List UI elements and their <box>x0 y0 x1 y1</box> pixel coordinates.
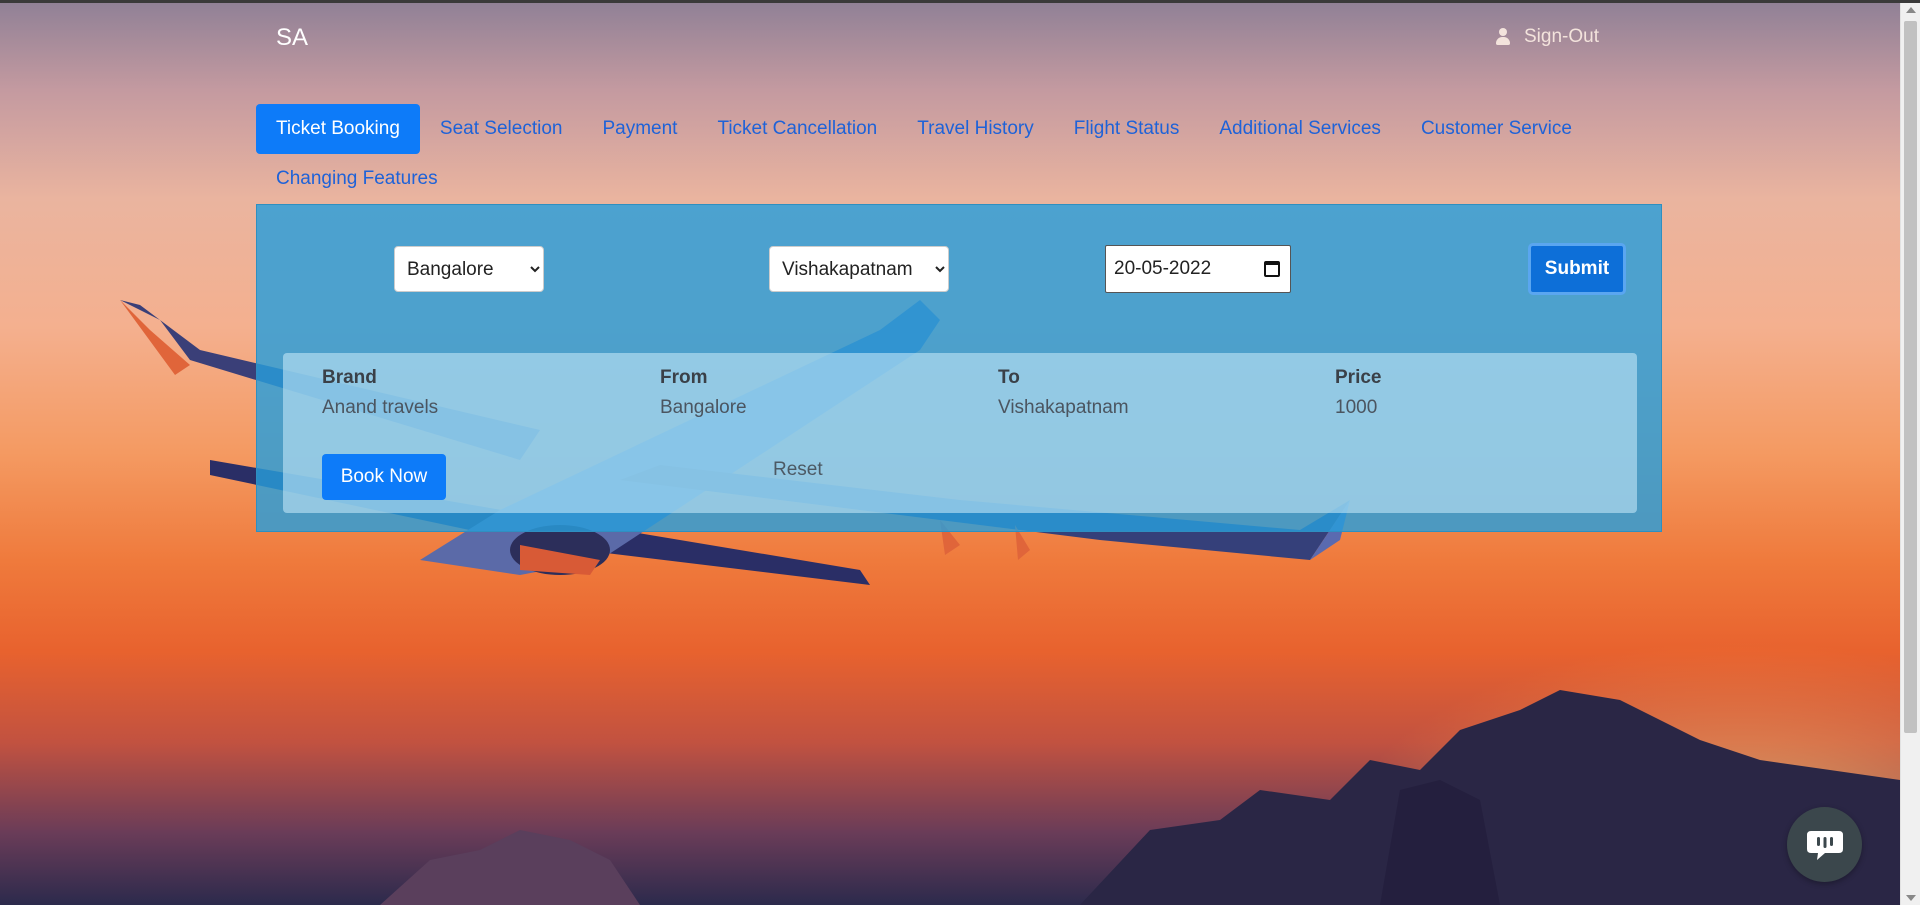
vertical-scrollbar[interactable] <box>1900 3 1920 905</box>
to-city-select[interactable]: Vishakapatnam <box>769 246 949 292</box>
price-column: Price 1000 <box>1335 367 1381 419</box>
signout-label: Sign-Out <box>1524 26 1599 47</box>
from-column: From Bangalore <box>660 367 747 419</box>
travel-date-value: 20-05-2022 <box>1114 258 1212 279</box>
tab-travel-history[interactable]: Travel History <box>897 104 1053 154</box>
window-top-border <box>0 0 1920 3</box>
booking-panel: Bangalore Vishakapatnam 20-05-2022 Submi… <box>256 204 1662 532</box>
from-value: Bangalore <box>660 397 747 418</box>
scroll-down-arrow-icon[interactable] <box>1906 895 1916 901</box>
brand-logo[interactable]: SA <box>276 24 308 52</box>
brand-value: Anand travels <box>322 397 439 418</box>
brand-header: Brand <box>322 367 377 388</box>
reset-button[interactable]: Reset <box>773 459 823 481</box>
scroll-thumb[interactable] <box>1904 21 1917 733</box>
book-now-button[interactable]: Book Now <box>322 454 446 500</box>
to-column: To Vishakapatnam <box>998 367 1129 419</box>
results-card: Brand Anand travels From Bangalore To Vi… <box>283 353 1637 513</box>
travel-date-input[interactable]: 20-05-2022 <box>1105 245 1291 293</box>
submit-button[interactable]: Submit <box>1528 243 1626 295</box>
to-header: To <box>998 367 1020 388</box>
from-city-select[interactable]: Bangalore <box>394 246 544 292</box>
calendar-icon[interactable] <box>1264 261 1280 277</box>
tab-flight-status[interactable]: Flight Status <box>1054 104 1200 154</box>
chat-bubble-icon <box>1806 830 1843 860</box>
user-icon <box>1496 28 1510 46</box>
tab-customer-service[interactable]: Customer Service <box>1401 104 1592 154</box>
main-tabs: Ticket Booking Seat Selection Payment Ti… <box>256 104 1666 204</box>
chat-widget-button[interactable] <box>1787 807 1862 882</box>
signout-link[interactable]: Sign-Out <box>1496 26 1599 48</box>
tab-changing-features[interactable]: Changing Features <box>256 154 458 204</box>
tab-seat-selection[interactable]: Seat Selection <box>420 104 583 154</box>
tab-payment[interactable]: Payment <box>582 104 697 154</box>
scroll-up-arrow-icon[interactable] <box>1906 7 1916 13</box>
tab-additional-services[interactable]: Additional Services <box>1199 104 1401 154</box>
tab-ticket-cancellation[interactable]: Ticket Cancellation <box>697 104 897 154</box>
price-header: Price <box>1335 367 1382 388</box>
price-value: 1000 <box>1335 397 1378 418</box>
to-value: Vishakapatnam <box>998 397 1129 418</box>
tab-ticket-booking[interactable]: Ticket Booking <box>256 104 420 154</box>
brand-column: Brand Anand travels <box>322 367 438 419</box>
from-header: From <box>660 367 708 388</box>
